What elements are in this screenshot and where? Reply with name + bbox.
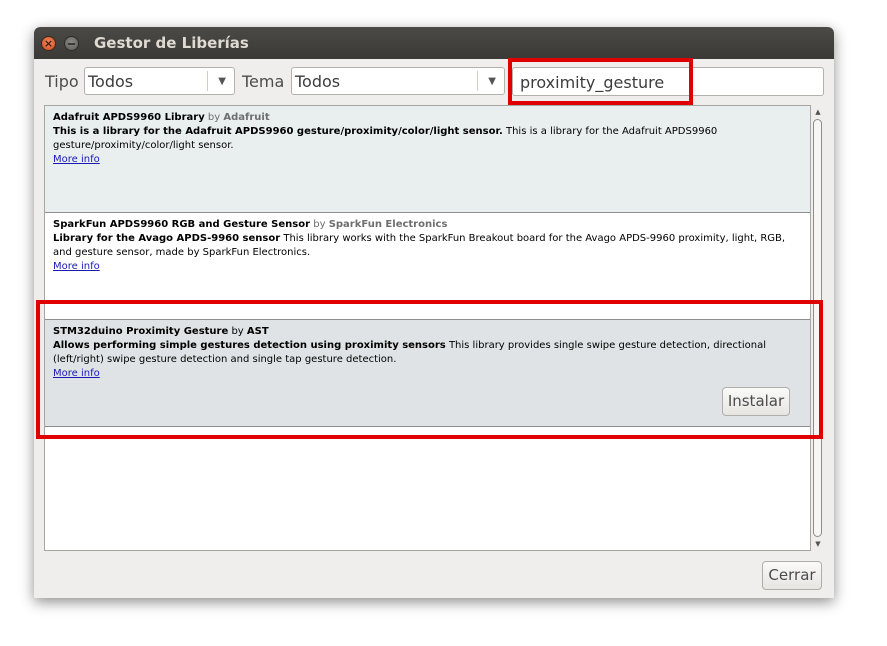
tema-value: Todos	[295, 72, 341, 91]
window-title: Gestor de Liberías	[94, 34, 249, 52]
library-summary: Allows performing simple gestures detect…	[53, 340, 446, 351]
library-summary: This is a library for the Adafruit APDS9…	[53, 126, 503, 137]
chevron-down-icon[interactable]: ▼	[488, 76, 496, 87]
scroll-up-icon[interactable]: ▲	[813, 107, 823, 117]
tipo-value: Todos	[88, 72, 134, 91]
library-by: by	[231, 326, 244, 337]
tema-label: Tema	[242, 72, 285, 91]
close-icon[interactable]: ×	[41, 36, 56, 51]
chevron-down-icon[interactable]: ▼	[218, 76, 226, 87]
library-summary: Library for the Avago APDS-9960 sensor	[53, 233, 281, 244]
scroll-thumb[interactable]	[813, 119, 822, 537]
close-button[interactable]: Cerrar	[762, 561, 822, 590]
tema-dropdown[interactable]: Todos ▼	[291, 67, 505, 95]
install-button[interactable]: Instalar	[722, 387, 790, 416]
library-name: SparkFun APDS9960 RGB and Gesture Sensor	[53, 219, 311, 230]
list-scrollbar[interactable]: ▲ ▼	[811, 105, 825, 551]
dropdown-separator	[477, 71, 478, 91]
scroll-down-icon[interactable]: ▼	[813, 539, 823, 549]
library-by: by	[207, 112, 221, 123]
more-info-link[interactable]: More info	[53, 154, 100, 165]
minimize-icon[interactable]	[64, 36, 79, 51]
search-input[interactable]: proximity_gesture	[512, 67, 824, 96]
library-name: STM32duino Proximity Gesture	[53, 326, 229, 337]
library-name: Adafruit APDS9960 Library	[53, 112, 205, 123]
tipo-label: Tipo	[45, 72, 79, 91]
title-bar: × Gestor de Liberías	[34, 27, 834, 59]
list-item[interactable]: Adafruit APDS9960 Library by Adafruit Th…	[45, 106, 810, 213]
library-author: Adafruit	[223, 112, 270, 123]
more-info-link[interactable]: More info	[53, 368, 100, 379]
list-item[interactable]: SparkFun APDS9960 RGB and Gesture Sensor…	[45, 213, 810, 320]
dropdown-separator	[207, 71, 208, 91]
library-author: AST	[246, 326, 269, 337]
more-info-link[interactable]: More info	[53, 261, 100, 272]
library-by: by	[313, 219, 326, 230]
library-list: Adafruit APDS9960 Library by Adafruit Th…	[44, 105, 811, 551]
tipo-dropdown[interactable]: Todos ▼	[84, 67, 235, 95]
list-item[interactable]: STM32duino Proximity Gesture by AST Allo…	[45, 320, 810, 427]
library-author: SparkFun Electronics	[328, 219, 448, 230]
library-manager-window: × Gestor de Liberías Tipo Todos ▼ Tema T…	[34, 27, 834, 598]
search-value: proximity_gesture	[520, 73, 665, 92]
